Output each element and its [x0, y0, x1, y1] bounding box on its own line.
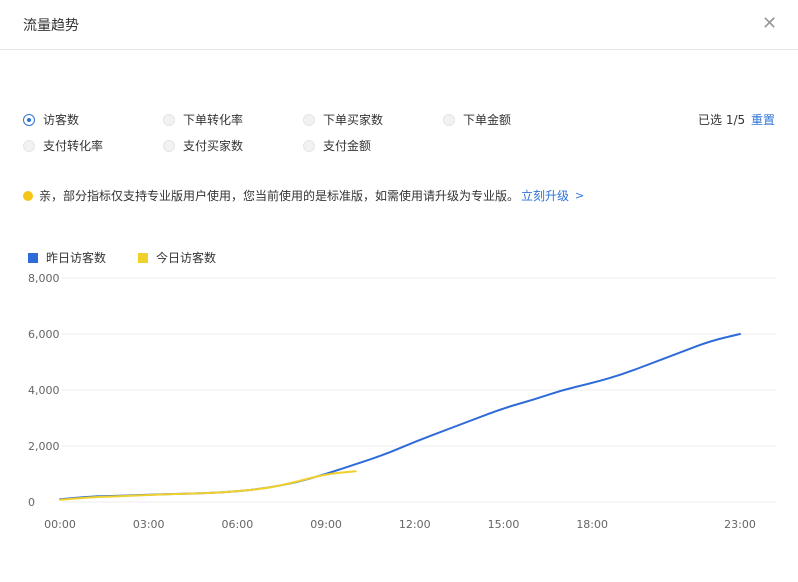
data-point[interactable] [412, 439, 418, 445]
y-tick-label: 2,000 [28, 440, 60, 453]
metric-option-order-buyers[interactable]: 下单买家数 [303, 111, 383, 128]
x-tick-label: 00:00 [44, 518, 76, 531]
notice-text: 亲，部分指标仅支持专业版用户使用，您当前使用的是标准版，如需使用请升级为专业版。 [39, 189, 520, 203]
data-point[interactable] [530, 397, 536, 403]
close-icon[interactable]: ✕ [762, 14, 777, 34]
data-point[interactable] [589, 380, 595, 386]
data-point[interactable] [205, 490, 211, 496]
metric-label: 支付金额 [323, 139, 372, 153]
reset-link[interactable]: 重置 [751, 111, 775, 128]
data-point[interactable] [264, 485, 270, 491]
data-point[interactable] [234, 488, 240, 494]
radio-icon[interactable] [443, 113, 455, 126]
selected-count: 已选 1/5 [698, 113, 746, 127]
metric-label: 下单金额 [463, 113, 512, 127]
dialog-title: 流量趋势 [23, 18, 79, 34]
x-tick-label: 09:00 [310, 518, 342, 531]
radio-icon[interactable] [23, 139, 35, 152]
series-line-yesterday [59, 333, 741, 501]
radio-icon[interactable] [163, 113, 175, 126]
chevron-right-icon[interactable]: > [575, 189, 584, 202]
y-tick-label: 0 [28, 496, 35, 509]
data-point[interactable] [678, 349, 684, 355]
metric-label: 下单转化率 [183, 113, 244, 127]
data-point[interactable] [57, 497, 63, 503]
traffic-line-chart: 0 2,000 4,000 6,000 8,000 00:00 03:00 06:00 09:0… [28, 272, 776, 531]
data-point[interactable] [146, 492, 152, 498]
data-point[interactable] [294, 479, 300, 485]
data-point[interactable] [175, 491, 181, 497]
data-point[interactable] [648, 360, 654, 366]
y-tick-label: 8,000 [28, 272, 60, 285]
metric-option-visitors[interactable]: 访客数 [23, 111, 79, 128]
metric-label: 访客数 [43, 113, 80, 127]
metric-option-pay-conversion[interactable]: 支付转化率 [23, 137, 103, 154]
x-tick-label: 06:00 [222, 518, 254, 531]
data-point[interactable] [737, 331, 743, 337]
metric-label: 支付买家数 [183, 139, 244, 153]
info-dot-icon [23, 190, 33, 201]
y-tick-label: 6,000 [28, 328, 60, 341]
upgrade-notice: 亲，部分指标仅支持专业版用户使用，您当前使用的是标准版，如需使用请升级为专业版。… [23, 187, 584, 204]
radio-icon[interactable] [303, 113, 315, 126]
data-point[interactable] [87, 494, 93, 500]
y-tick-label: 4,000 [28, 384, 60, 397]
data-point[interactable] [323, 471, 329, 477]
data-point[interactable] [441, 428, 447, 434]
x-tick-label: 03:00 [133, 518, 165, 531]
radio-icon[interactable] [163, 139, 175, 152]
metric-label: 支付转化率 [43, 139, 104, 153]
data-point[interactable] [471, 416, 477, 422]
x-tick-label: 15:00 [488, 518, 520, 531]
data-point[interactable] [560, 387, 566, 393]
data-point[interactable] [500, 405, 506, 411]
data-point[interactable] [353, 461, 359, 467]
data-point[interactable] [353, 468, 359, 474]
data-point[interactable] [116, 493, 122, 499]
upgrade-link[interactable]: 立刻升级 [521, 187, 569, 204]
metric-option-pay-amount[interactable]: 支付金额 [303, 137, 371, 154]
metric-option-order-conversion[interactable]: 下单转化率 [163, 111, 243, 128]
x-tick-label: 23:00 [724, 518, 756, 531]
radio-icon[interactable] [23, 113, 35, 126]
metric-label: 下单买家数 [323, 113, 384, 127]
radio-icon[interactable] [303, 139, 315, 152]
metric-option-order-amount[interactable]: 下单金额 [443, 111, 511, 128]
data-point[interactable] [707, 338, 713, 344]
data-point[interactable] [382, 451, 388, 457]
dialog-header: 流量趋势 ✕ [0, 0, 798, 50]
x-tick-label: 12:00 [399, 518, 431, 531]
traffic-trend-dialog: 流量趋势 ✕ 访客数 下单转化率 下单买家数 下单金额 支付转化率 支付买家数 … [0, 0, 798, 582]
data-point[interactable] [619, 372, 625, 378]
metric-option-pay-buyers[interactable]: 支付买家数 [163, 137, 243, 154]
x-tick-label: 18:00 [576, 518, 608, 531]
